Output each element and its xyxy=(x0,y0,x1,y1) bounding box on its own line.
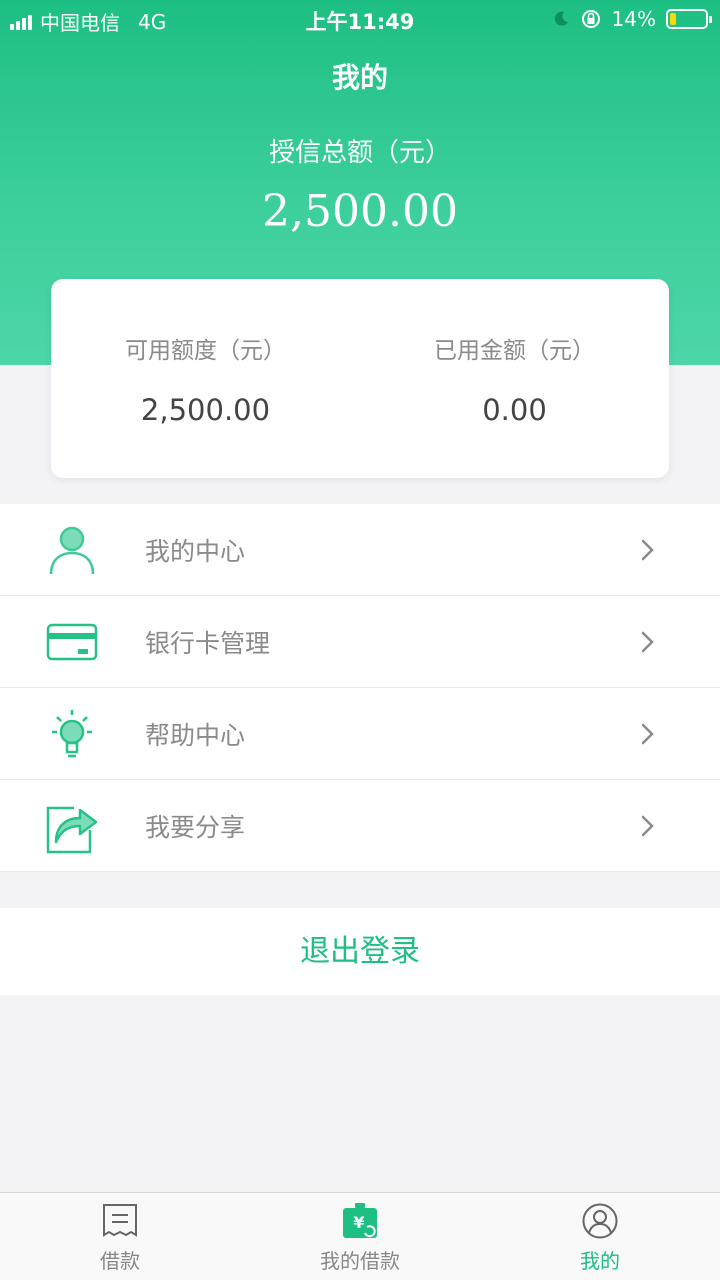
battery-icon xyxy=(666,9,712,29)
chevron-right-icon xyxy=(641,539,654,561)
chevron-right-icon xyxy=(641,723,654,745)
tab-label: 借款 xyxy=(100,1249,140,1273)
page-title: 我的 xyxy=(331,61,388,94)
used-amount-value: 0.00 xyxy=(482,393,547,427)
menu-list: 我的中心 银行卡管理 帮助中心 我要分享 xyxy=(0,504,720,872)
menu-item-label: 我要分享 xyxy=(145,813,246,842)
tab-label: 我的 xyxy=(580,1249,620,1273)
chevron-right-icon xyxy=(641,631,654,653)
tab-loan[interactable]: 借款 xyxy=(0,1193,240,1280)
menu-item-share[interactable]: 我要分享 xyxy=(0,780,720,872)
status-bar: 中国电信 4G 上午11:49 14% xyxy=(0,0,720,38)
menu-item-label: 我的中心 xyxy=(145,537,246,566)
menu-item-label: 帮助中心 xyxy=(145,721,246,750)
available-credit-label: 可用额度（元） xyxy=(125,338,286,364)
moon-icon xyxy=(554,11,568,26)
receipt-icon xyxy=(103,1204,137,1237)
tab-label: 我的借款 xyxy=(320,1249,400,1273)
profile-icon xyxy=(582,1203,618,1239)
battery-percent: 14% xyxy=(611,7,656,31)
tab-my-loans[interactable]: ¥ 我的借款 xyxy=(240,1193,480,1280)
menu-item-label: 银行卡管理 xyxy=(145,629,271,658)
user-icon xyxy=(49,526,95,575)
my-page: 中国电信 4G 上午11:49 14% 我的 授信总额（元） 2,500.00 xyxy=(0,0,720,1280)
used-amount-label: 已用金额（元） xyxy=(434,338,595,364)
bank-card-icon xyxy=(46,623,98,661)
chevron-right-icon xyxy=(641,815,654,837)
menu-item-my-center[interactable]: 我的中心 xyxy=(0,504,720,596)
svg-text:¥: ¥ xyxy=(353,1213,364,1232)
logout-button[interactable]: 退出登录 xyxy=(0,908,720,995)
share-icon xyxy=(46,806,98,854)
used-amount: 已用金额（元） 0.00 xyxy=(360,279,669,478)
menu-item-help-center[interactable]: 帮助中心 xyxy=(0,688,720,780)
wallet-icon: ¥ xyxy=(343,1203,377,1238)
tab-mine[interactable]: 我的 xyxy=(480,1193,720,1280)
rotation-lock-icon xyxy=(581,10,600,28)
total-credit-label: 授信总额（元） xyxy=(268,138,451,168)
lightbulb-icon xyxy=(52,710,92,758)
credit-summary-card: 可用额度（元） 2,500.00 已用金额（元） 0.00 xyxy=(51,279,669,478)
tab-bar: 借款 ¥ 我的借款 我的 xyxy=(0,1192,720,1280)
menu-item-bank-card[interactable]: 银行卡管理 xyxy=(0,596,720,688)
total-credit-value: 2,500.00 xyxy=(262,186,458,237)
available-credit-value: 2,500.00 xyxy=(140,393,271,427)
available-credit: 可用额度（元） 2,500.00 xyxy=(51,279,360,478)
